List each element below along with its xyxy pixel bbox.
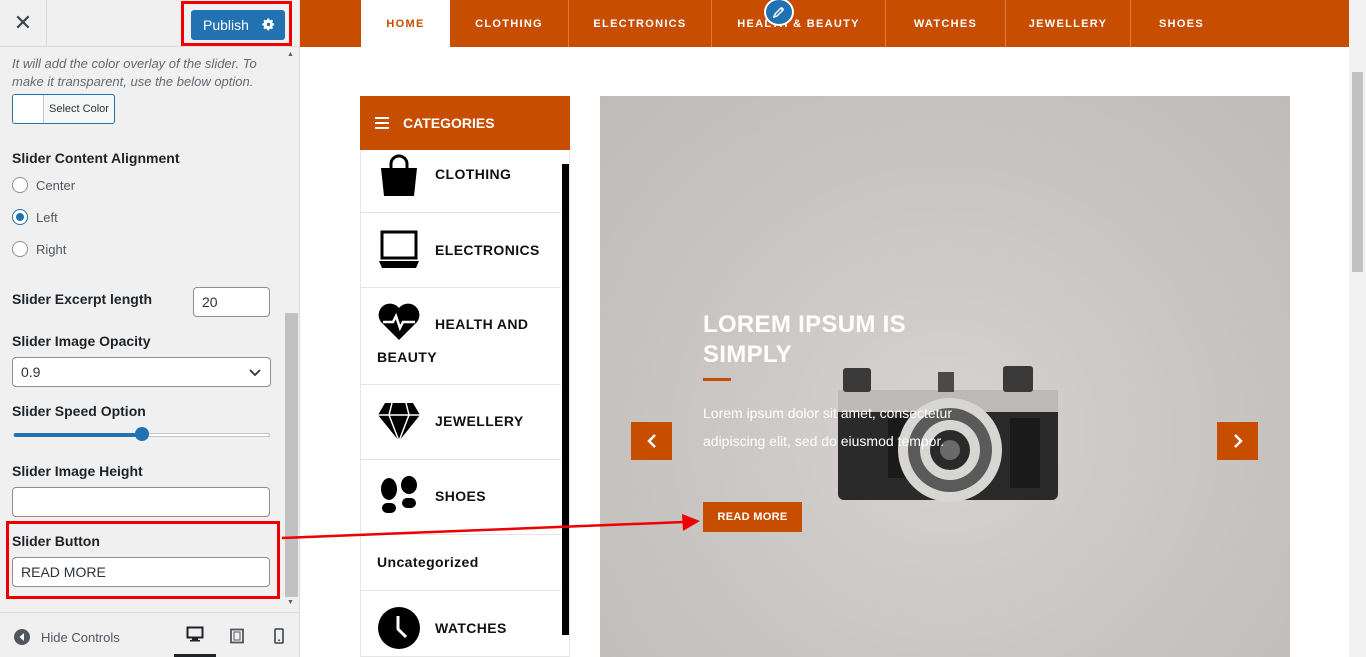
- category-shoes[interactable]: SHOES: [361, 460, 561, 535]
- main-navigation: HOME CLOTHING ELECTRONICS HEALTH & BEAUT…: [300, 0, 1349, 47]
- chevron-down-icon: [249, 369, 261, 377]
- nav-jewellery[interactable]: JEWELLERY: [1006, 0, 1131, 47]
- radio-left-input[interactable]: [12, 209, 28, 225]
- customizer-sidebar: ✕ Publish It will add the color overlay …: [0, 0, 300, 657]
- image-height-title: Slider Image Height: [12, 463, 143, 479]
- tablet-icon: [230, 628, 244, 643]
- scroll-down-arrow-icon[interactable]: ▼: [287, 599, 294, 606]
- publish-highlight-box: Publish: [181, 1, 292, 46]
- laptop-icon: [379, 230, 419, 268]
- heartbeat-icon: [378, 303, 420, 340]
- radio-right-label: Right: [36, 241, 67, 257]
- overlay-description: It will add the color overlay of the sli…: [12, 56, 257, 89]
- category-electronics-label: ELECTRONICS: [435, 242, 540, 258]
- mobile-icon: [274, 627, 284, 644]
- category-clothing-label: CLOTHING: [435, 166, 512, 182]
- slider-next-button[interactable]: [1217, 422, 1258, 460]
- excerpt-length-title: Slider Excerpt length: [12, 291, 153, 307]
- close-customizer-button[interactable]: ✕: [0, 0, 47, 46]
- categories-scrollbar[interactable]: [562, 164, 569, 635]
- nav-health-beauty[interactable]: HEALTH & BEAUTY: [712, 0, 886, 47]
- hide-controls-label: Hide Controls: [41, 629, 120, 645]
- preview-scrollbar-thumb[interactable]: [1352, 72, 1363, 272]
- image-height-input[interactable]: [12, 487, 270, 517]
- radio-center[interactable]: Center: [12, 177, 75, 193]
- slide-title: LOREM IPSUM IS SIMPLY: [703, 311, 906, 368]
- shopping-bag-icon: [381, 154, 417, 196]
- category-electronics[interactable]: ELECTRONICS: [361, 213, 561, 288]
- hero-slider: LOREM IPSUM IS SIMPLY Lorem ipsum dolor …: [600, 96, 1290, 657]
- image-opacity-value: 0.9: [21, 364, 41, 380]
- scroll-up-arrow-icon[interactable]: ▲: [287, 51, 294, 58]
- slider-button-highlight-box: [6, 521, 280, 599]
- nav-clothing[interactable]: CLOTHING: [450, 0, 569, 47]
- radio-center-label: Center: [36, 177, 76, 193]
- nav-watches[interactable]: WATCHES: [886, 0, 1006, 47]
- publish-button[interactable]: Publish: [191, 10, 285, 40]
- speed-slider-handle[interactable]: [134, 427, 149, 441]
- clock-icon: [378, 607, 420, 649]
- speed-option-title: Slider Speed Option: [12, 403, 146, 419]
- image-opacity-select[interactable]: 0.9: [12, 357, 271, 387]
- radio-right[interactable]: Right: [12, 241, 66, 257]
- category-uncategorized-label: Uncategorized: [377, 554, 479, 570]
- collapse-arrow-icon: [14, 629, 30, 645]
- hamburger-menu-icon[interactable]: [375, 117, 389, 129]
- nav-electronics[interactable]: ELECTRONICS: [569, 0, 712, 47]
- chevron-right-icon: [1233, 434, 1243, 448]
- category-jewellery-label: JEWELLERY: [435, 413, 524, 429]
- category-watches-label: WATCHES: [435, 620, 507, 636]
- category-watches[interactable]: WATCHES: [361, 591, 561, 657]
- radio-left-label: Left: [36, 209, 58, 225]
- desktop-icon: [186, 626, 204, 641]
- customizer-footer: Hide Controls: [0, 612, 299, 657]
- site-preview: HOME CLOTHING ELECTRONICS HEALTH & BEAUT…: [300, 0, 1349, 657]
- category-beauty-label: BEAUTY: [377, 349, 437, 365]
- speed-slider-fill: [14, 433, 142, 437]
- category-uncategorized[interactable]: Uncategorized: [361, 535, 561, 591]
- alignment-title: Slider Content Alignment: [12, 150, 180, 166]
- nav-home[interactable]: HOME: [361, 0, 450, 47]
- slide-excerpt: Lorem ipsum dolor sit amet, consectetur …: [703, 405, 952, 449]
- diamond-icon: [378, 402, 420, 443]
- preview-scrollbar[interactable]: [1349, 0, 1366, 657]
- customizer-header: ✕ Publish: [0, 0, 299, 47]
- speed-slider[interactable]: [13, 427, 270, 441]
- gear-icon[interactable]: [261, 17, 276, 32]
- slide-title-underline: [703, 378, 731, 381]
- category-clothing[interactable]: CLOTHING: [361, 150, 561, 213]
- select-color-label: Select Color: [49, 103, 109, 115]
- category-jewellery[interactable]: JEWELLERY: [361, 385, 561, 460]
- chevron-left-icon: [646, 434, 656, 448]
- slider-prev-button[interactable]: [631, 422, 672, 460]
- preview-tablet-button[interactable]: [216, 613, 258, 657]
- preview-desktop-button[interactable]: [174, 613, 216, 657]
- categories-panel: CATEGORIES CLOTHING ELECTRONICS HEALTH A…: [360, 96, 570, 657]
- preview-mobile-button[interactable]: [258, 613, 300, 657]
- category-shoes-label: SHOES: [435, 488, 487, 504]
- radio-right-input[interactable]: [12, 241, 28, 257]
- categories-header[interactable]: CATEGORIES: [360, 96, 570, 150]
- categories-title: CATEGORIES: [403, 115, 495, 131]
- sidebar-scrollbar-thumb[interactable]: [285, 313, 298, 597]
- hide-controls-button[interactable]: Hide Controls: [13, 628, 120, 646]
- select-color-button[interactable]: Select Color: [12, 94, 115, 124]
- read-more-button[interactable]: READ MORE: [703, 502, 802, 532]
- publish-label: Publish: [203, 17, 249, 33]
- radio-center-input[interactable]: [12, 177, 28, 193]
- excerpt-length-input[interactable]: 20: [193, 287, 270, 317]
- image-opacity-title: Slider Image Opacity: [12, 333, 151, 349]
- category-health-beauty[interactable]: HEALTH AND BEAUTY: [361, 288, 561, 385]
- footprints-icon: [381, 476, 417, 513]
- radio-left[interactable]: Left: [12, 209, 58, 225]
- color-swatch: [13, 95, 44, 123]
- sidebar-scrollbar[interactable]: ▲ ▼: [284, 47, 299, 612]
- category-health-label: HEALTH AND: [435, 316, 529, 332]
- nav-shoes[interactable]: SHOES: [1131, 0, 1232, 47]
